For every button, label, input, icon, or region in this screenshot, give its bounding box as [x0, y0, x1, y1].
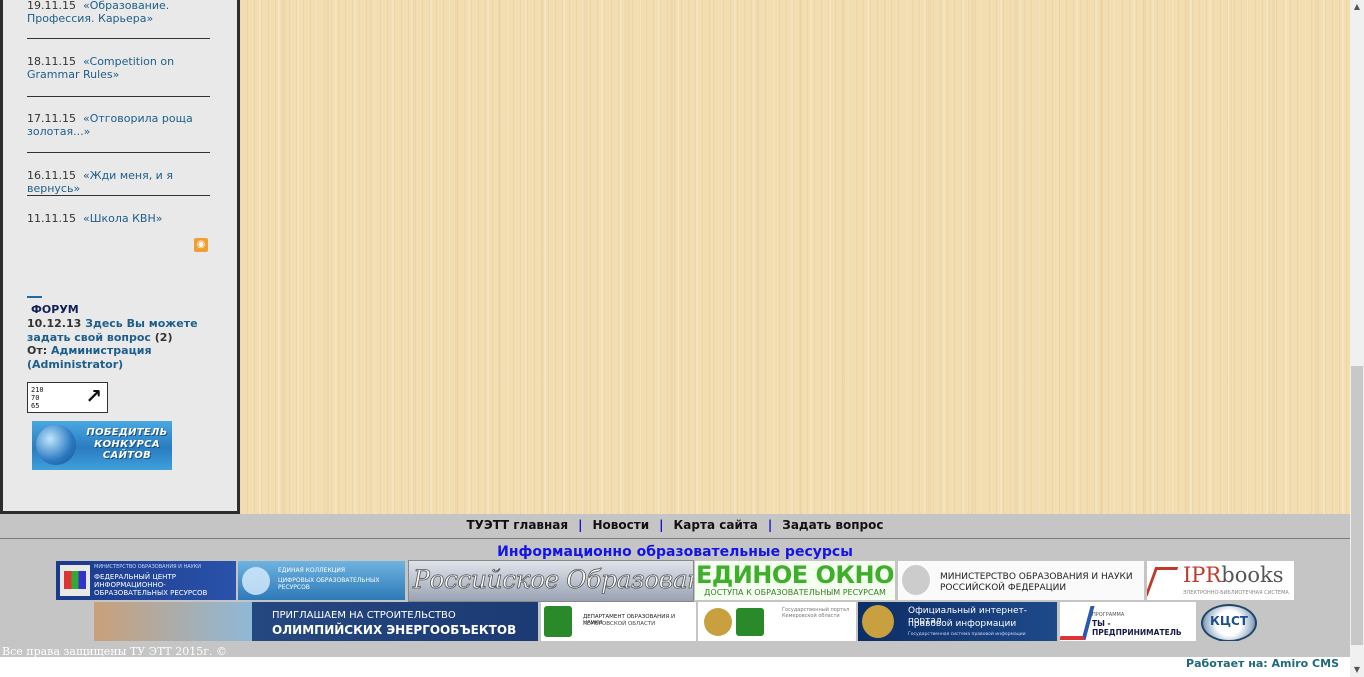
resources-title: Информационно образовательные ресурсы	[497, 544, 853, 560]
ipr-logo-icon	[1147, 567, 1179, 596]
page: 19.11.15 «Образование. Профессия. Карьер…	[0, 0, 1350, 677]
powered-label: Работает на:	[1186, 657, 1268, 670]
nav-link-sitemap[interactable]: Карта сайта	[674, 518, 758, 532]
divider	[27, 152, 210, 153]
nav-divider: |	[767, 518, 773, 532]
news-date: 16.11.15	[27, 169, 76, 182]
cms-link[interactable]: Amiro CMS	[1272, 657, 1340, 670]
banner-text: МИНИСТЕРСТВО ОБРАЗОВАНИЯ И НАУКИ	[94, 564, 201, 570]
eagle-emblem-icon	[704, 608, 732, 636]
banner-iprbooks[interactable]: IPRbooks ЭЛЕКТРОННО-БИБЛИОТЕЧНАЯ СИСТЕМА	[1147, 561, 1294, 600]
banner-fcior[interactable]: МИНИСТЕРСТВО ОБРАЗОВАНИЯ И НАУКИ ФЕДЕРАЛ…	[56, 561, 236, 600]
nav-link-ask-question[interactable]: Задать вопрос	[782, 518, 883, 532]
banner-text: ТЫ - ПРЕДПРИНИМАТЕЛЬ	[1092, 619, 1182, 637]
banner-text: ПРОГРАММА	[1092, 612, 1125, 618]
forum-date: 10.12.13	[27, 317, 82, 330]
divider	[27, 96, 210, 97]
contest-winner-banner[interactable]: ПОБЕДИТЕЛЬ КОНКУРСА САЙТОВ	[32, 421, 172, 470]
banner-ministry[interactable]: МИНИСТЕРСТВО ОБРАЗОВАНИЯ И НАУКИ РОССИЙС…	[898, 561, 1144, 600]
visit-counter[interactable]: 210 70 65 ↗	[27, 382, 108, 413]
banner-text: КЦСТ	[1210, 614, 1248, 628]
coat-of-arms-icon	[736, 608, 764, 636]
banner-text: ФЕДЕРАЛЬНЫЙ ЦЕНТР ИНФОРМАЦИОННО-ОБРАЗОВА…	[94, 573, 208, 597]
banner-russian-education[interactable]: Российское Образование	[408, 560, 694, 602]
banner-text: КЕМЕРОВСКОЙ ОБЛАСТИ	[583, 621, 656, 627]
news-date: 17.11.15	[27, 112, 76, 125]
banner-text: Российское Образование	[413, 565, 693, 595]
fcior-logo-icon	[60, 565, 90, 596]
banner-text: Государственная система правовой информа…	[908, 632, 1026, 637]
banner-legal-portal[interactable]: Официальный интернет-портал правовой инф…	[858, 602, 1057, 641]
banner-text: МИНИСТЕРСТВО ОБРАЗОВАНИЯ И НАУКИ	[940, 572, 1133, 582]
divider	[27, 38, 210, 39]
banner-school-collection[interactable]: ЕДИНАЯ КОЛЛЕКЦИЯ ЦИФРОВЫХ ОБРАЗОВАТЕЛЬНЫ…	[238, 561, 405, 600]
main-content	[240, 0, 1350, 514]
banner-text: Государственный портал Кемеровской облас…	[782, 607, 850, 619]
scroll-thumb[interactable]	[1351, 366, 1363, 645]
winner-line: ПОБЕДИТЕЛЬ	[86, 427, 168, 438]
forum-count: (2)	[154, 330, 173, 344]
nav-divider: |	[578, 518, 583, 532]
banner-single-window[interactable]: ЕДИНОЕ ОКНО ДОСТУПА К ОБРАЗОВАТЕЛЬНЫМ РЕ…	[695, 561, 895, 600]
winner-line: КОНКУРСА	[94, 438, 160, 450]
banner-text: РОССИЙСКОЙ ФЕДЕРАЦИИ	[940, 583, 1067, 593]
rss-icon[interactable]: ◉	[194, 238, 208, 252]
banner-text: правовой информации	[908, 619, 1017, 629]
banner-entrepreneur[interactable]: ПРОГРАММА ТЫ - ПРЕДПРИНИМАТЕЛЬ	[1060, 602, 1196, 641]
collection-logo-icon	[242, 567, 270, 595]
news-item[interactable]: 18.11.15 «Competition on Grammar Rules»	[27, 55, 212, 81]
counter-line: 210	[31, 386, 44, 394]
banner-kemerovo-portal[interactable]: Государственный портал Кемеровской облас…	[698, 602, 856, 641]
workers-photo	[94, 602, 252, 641]
bottom-bar: Работает на: Amiro CMS	[0, 657, 1350, 677]
winner-line: САЙТОВ	[102, 450, 152, 461]
news-item[interactable]: 16.11.15 «Жди меня, и я вернусь»	[27, 169, 212, 195]
counter-line: 65	[31, 402, 40, 410]
scroll-up-arrow-icon[interactable]: ▲	[1350, 0, 1364, 14]
news-link[interactable]: «Школа КВН»	[83, 212, 163, 225]
banner-text: ЕДИНОЕ ОКНО	[695, 561, 895, 589]
forum-accent-bar	[27, 296, 42, 298]
banner-text: IPR	[1183, 563, 1222, 587]
banner-text: ПРИГЛАШАЕМ НА СТРОИТЕЛЬСТВО	[272, 610, 456, 621]
arrow-icon: ↗	[85, 384, 102, 408]
forum-from-label: От:	[27, 344, 48, 357]
winner-text: ПОБЕДИТЕЛЬ КОНКУРСА САЙТОВ	[82, 427, 172, 462]
entrepreneur-logo-icon	[1060, 606, 1095, 640]
banner-text: ДОСТУПА К ОБРАЗОВАТЕЛЬНЫМ РЕСУРСАМ	[704, 588, 886, 597]
nav-link-home[interactable]: ТУЭТТ главная	[466, 518, 568, 532]
banner-text: books	[1221, 563, 1284, 587]
counter-line: 70	[31, 394, 40, 402]
forum-heading[interactable]: ФОРУМ	[31, 303, 79, 316]
globe-icon	[36, 425, 76, 465]
divider	[0, 538, 1350, 539]
banner-text: ЕДИНАЯ КОЛЛЕКЦИЯ	[278, 567, 346, 574]
news-date: 11.11.15	[27, 212, 76, 225]
banner-olympic-energy[interactable]: ПРИГЛАШАЕМ НА СТРОИТЕЛЬСТВО ОЛИМПИЙСКИХ …	[94, 602, 538, 641]
vertical-scrollbar[interactable]: ▲ ▼	[1350, 0, 1364, 677]
news-item[interactable]: 17.11.15 «Отговорила роща золотая...»	[27, 112, 212, 138]
powered-by: Работает на: Amiro CMS	[1186, 657, 1339, 670]
coat-of-arms-icon	[544, 606, 572, 637]
news-date: 19.11.15	[27, 0, 76, 12]
banner-text: ОЛИМПИЙСКИХ ЭНЕРГООБЪЕКТОВ	[272, 623, 517, 637]
forum-latest-post: 10.12.13 Здесь Вы можете задать свой воп…	[27, 317, 217, 371]
emblem-icon	[902, 565, 930, 595]
banner-text: ЦИФРОВЫХ ОБРАЗОВАТЕЛЬНЫХ РЕСУРСОВ	[278, 577, 380, 591]
divider	[27, 195, 210, 196]
eagle-emblem-icon	[862, 605, 894, 638]
scroll-down-arrow-icon[interactable]: ▼	[1350, 663, 1364, 677]
nav-divider: |	[659, 518, 664, 532]
news-item[interactable]: 19.11.15 «Образование. Профессия. Карьер…	[27, 0, 212, 25]
footer-nav: ТУЭТТ главная | Новости | Карта сайта | Задать…	[0, 514, 1350, 537]
banner-kcst[interactable]: КЦСТ	[1200, 602, 1260, 641]
footer: ТУЭТТ главная | Новости | Карта сайта | Задать…	[0, 514, 1350, 658]
news-item[interactable]: 11.11.15 «Школа КВН»	[27, 212, 212, 225]
nav-link-news[interactable]: Новости	[593, 518, 650, 532]
banner-text: ЭЛЕКТРОННО-БИБЛИОТЕЧНАЯ СИСТЕМА	[1183, 590, 1289, 596]
news-date: 18.11.15	[27, 55, 76, 68]
banner-kuzbass-education[interactable]: ДЕПАРТАМЕНТ ОБРАЗОВАНИЯ И НАУКИ КЕМЕРОВС…	[541, 602, 696, 641]
left-sidebar: 19.11.15 «Образование. Профессия. Карьер…	[0, 0, 240, 514]
